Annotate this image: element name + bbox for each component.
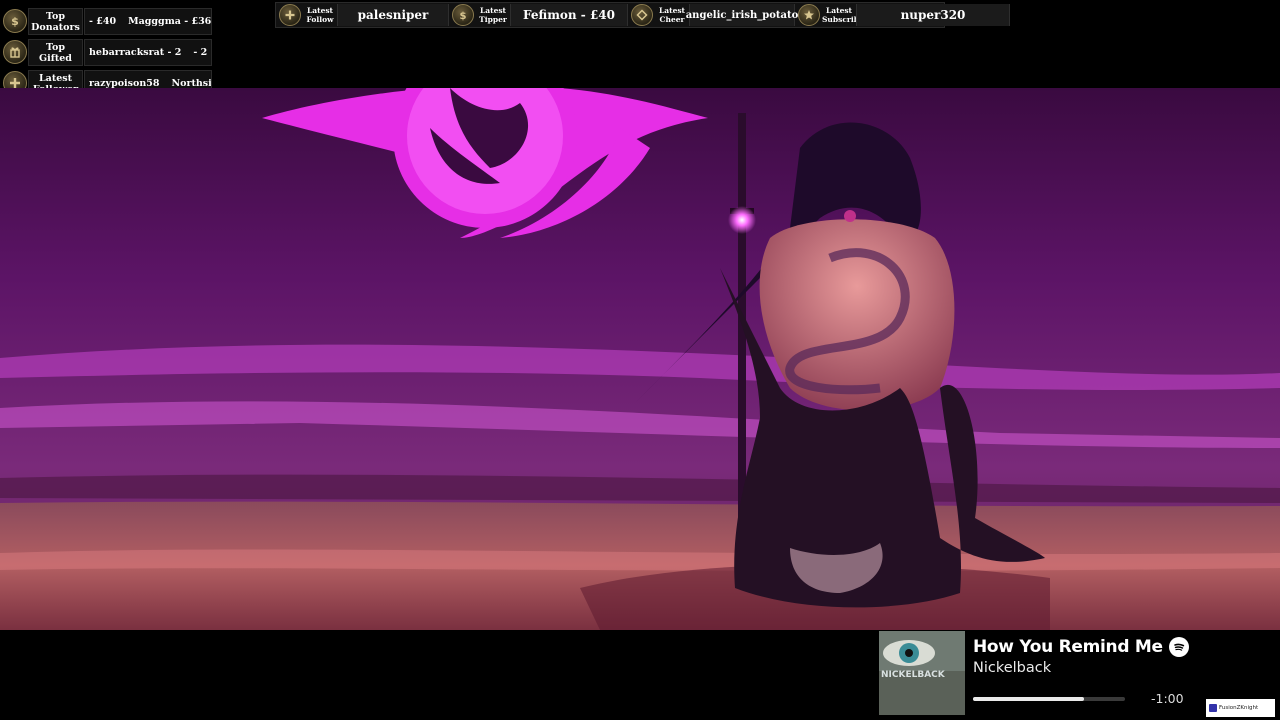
latest-events-ticker: Latest Follow palesniper $ Latest Tipper… [275, 2, 1010, 28]
latest-follow-label: Latest Follow [306, 6, 334, 24]
gifted-entry: hebarracksrat - 2 [89, 47, 182, 58]
latest-subscriber-label: Latest Subscriber [822, 6, 868, 24]
gift-shield-icon [3, 40, 27, 64]
latest-cheer-label: Latest Cheer [658, 6, 686, 24]
latest-tipper-value: Fefimon - £40 [510, 4, 628, 26]
watermark-text: FusionZKnight [1219, 705, 1259, 711]
svg-text:$: $ [11, 15, 19, 28]
top-donators-label: Top Donators [28, 8, 83, 35]
stream-artwork-scene [0, 88, 1280, 630]
dollar-badge-icon: $ [452, 4, 474, 26]
album-text: NICKELBACK [881, 670, 946, 680]
top-gifted-row: Top Gifted hebarracksrat - 2 - 2 C [0, 37, 213, 67]
gifted-entry: - 2 [193, 47, 208, 58]
top-gifted-values: hebarracksrat - 2 - 2 C [84, 39, 212, 66]
top-donators-values: - £40 Magggma - £36 V [84, 8, 212, 35]
latest-subscriber-value: nuper320 [856, 4, 1010, 26]
time-remaining: -1:00 [1151, 691, 1184, 706]
latest-tipper-label: Latest Tipper [479, 6, 507, 24]
album-cover: NICKELBACK [879, 631, 965, 715]
spotify-icon [1169, 637, 1189, 657]
donator-entry: - £40 [89, 16, 117, 27]
star-badge-icon [798, 4, 820, 26]
top-gifted-label: Top Gifted [28, 39, 83, 66]
playback-progress-fill [973, 697, 1084, 701]
playback-progress-bar [973, 697, 1125, 701]
song-artist: Nickelback [973, 660, 1052, 676]
latest-cheer-value: angelic_irish_potato [686, 4, 798, 26]
donator-entry: Magggma - £36 [128, 16, 212, 27]
latest-follow-value: palesniper [337, 4, 449, 26]
stream-stats-panel: $ Top Donators - £40 Magggma - £36 V Top… [0, 6, 213, 99]
dollar-shield-icon: $ [3, 9, 27, 33]
channel-logo-icon [1209, 704, 1217, 712]
now-playing-widget: NICKELBACK How You Remind Me Nickelback … [879, 631, 1197, 715]
plus-badge-icon [279, 4, 301, 26]
diamond-badge-icon [631, 4, 653, 26]
song-title: How You Remind Me [973, 637, 1163, 657]
streamer-watermark: FusionZKnight [1206, 699, 1275, 717]
top-donators-row: $ Top Donators - £40 Magggma - £36 V [0, 6, 213, 36]
svg-text:$: $ [460, 11, 467, 21]
